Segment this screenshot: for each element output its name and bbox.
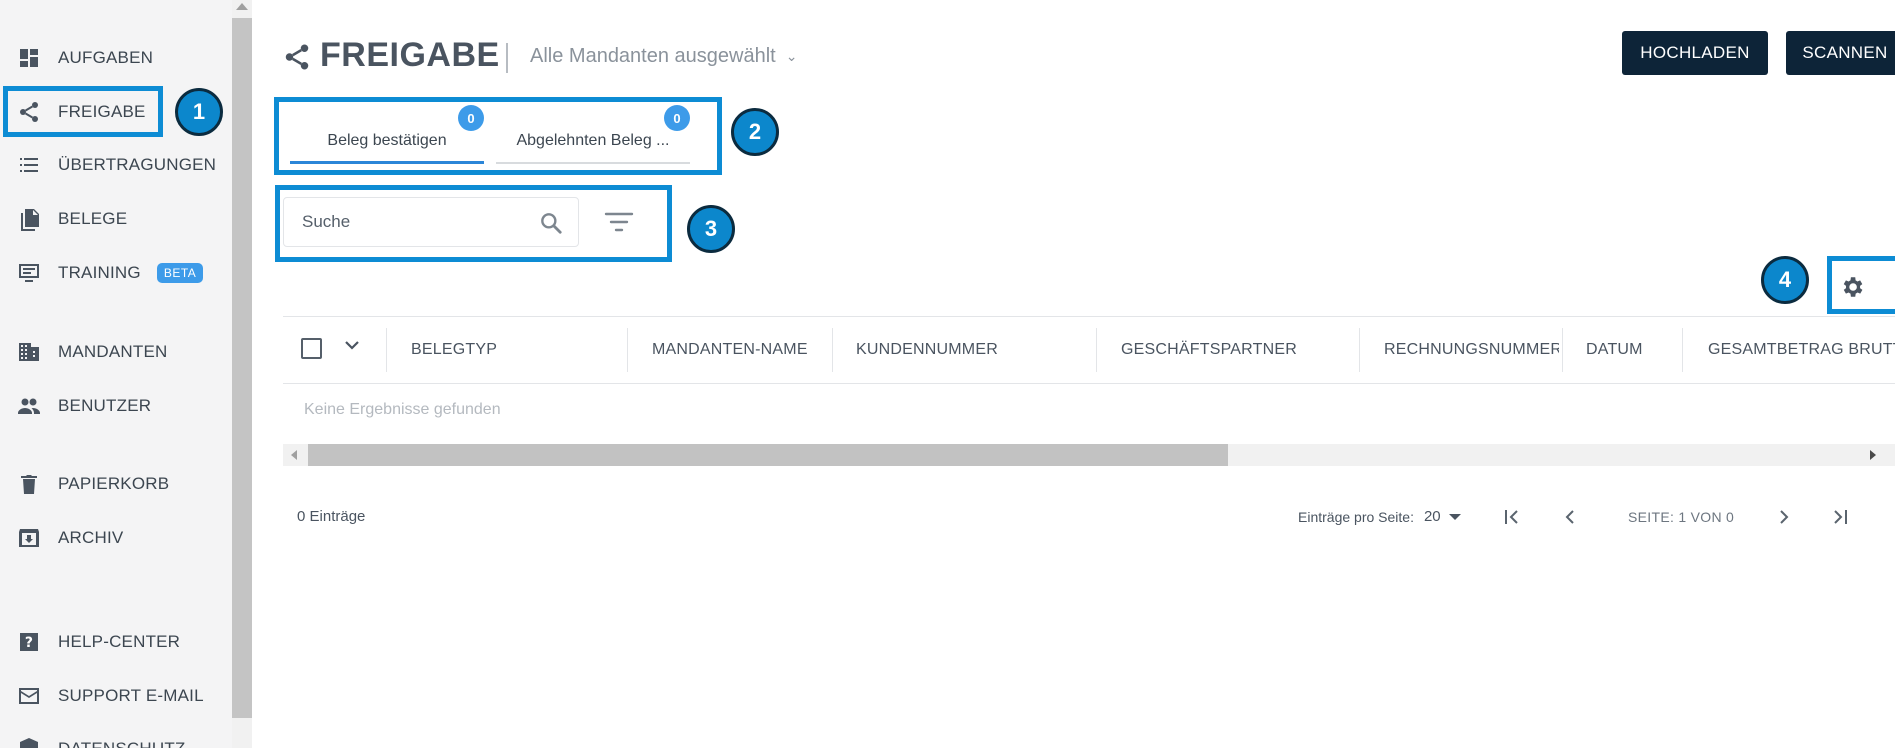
app-window: AUFGABEN FREIGABE ÜBERTRAGUNGEN BELEGE T… xyxy=(0,0,1895,748)
sidebar-item-belege[interactable]: BELEGE xyxy=(8,197,127,241)
sidebar-item-benutzer[interactable]: BENUTZER xyxy=(8,384,151,428)
last-page-button[interactable] xyxy=(1828,505,1852,529)
dashboard-icon xyxy=(14,45,44,71)
scroll-right-arrow-icon[interactable] xyxy=(1870,450,1876,460)
sidebar-item-label: HELP-CENTER xyxy=(58,632,181,651)
first-page-icon xyxy=(1505,510,1518,524)
share-icon xyxy=(285,44,309,70)
per-page-value: 20 xyxy=(1423,508,1441,525)
page-info: SEITE: 1 VON 0 xyxy=(1628,509,1735,525)
step-badge-3: 3 xyxy=(687,205,735,253)
sidebar-item-uebertragungen[interactable]: ÜBERTRAGUNGEN xyxy=(8,143,216,187)
page-title: FREIGABE xyxy=(320,36,500,74)
scroll-up-arrow-icon[interactable] xyxy=(236,3,248,10)
column-header-belegtyp[interactable]: BELEGTYP xyxy=(411,328,621,372)
select-all-checkbox[interactable] xyxy=(301,338,322,359)
highlight-box-3 xyxy=(275,185,672,262)
chevron-left-icon xyxy=(1565,510,1574,524)
client-select-value: Alle Mandanten ausgewählt xyxy=(530,45,776,67)
chevron-down-icon: ⌄ xyxy=(785,48,798,64)
column-divider xyxy=(1096,328,1097,372)
step-badge-1: 1 xyxy=(175,88,223,136)
column-header-datum[interactable]: DATUM xyxy=(1586,328,1676,372)
column-header-kundennummer[interactable]: KUNDENNUMMER xyxy=(856,328,1086,372)
sidebar-item-papierkorb[interactable]: PAPIERKORB xyxy=(8,462,169,506)
help-icon: ? xyxy=(14,629,44,655)
beta-badge: BETA xyxy=(156,263,204,283)
mail-icon xyxy=(14,683,44,709)
column-header-gesamtbetrag-brutto[interactable]: GESAMTBETRAG BRUTTO xyxy=(1708,328,1895,372)
column-divider xyxy=(627,328,628,372)
caret-down-icon xyxy=(1448,513,1461,520)
column-header-rechnungsnummer[interactable]: RECHNUNGSNUMMER xyxy=(1384,328,1559,372)
documents-icon xyxy=(14,206,44,232)
table-hscroll-thumb[interactable] xyxy=(308,444,1228,466)
gear-icon[interactable] xyxy=(1839,274,1865,300)
sidebar-item-support-email[interactable]: SUPPORT E-MAIL xyxy=(8,674,204,718)
scroll-left-arrow-icon[interactable] xyxy=(291,450,297,460)
first-page-button[interactable] xyxy=(1500,505,1524,529)
sidebar-item-label: SUPPORT E-MAIL xyxy=(58,686,204,705)
empty-results-text: Keine Ergebnisse gefunden xyxy=(304,401,501,418)
column-divider xyxy=(832,328,833,372)
per-page-select[interactable]: Einträge pro Seite: 20 xyxy=(1298,508,1461,525)
upload-button[interactable]: HOCHLADEN xyxy=(1622,31,1768,75)
sidebar-item-training[interactable]: TRAINING BETA xyxy=(8,251,204,295)
highlight-box-1 xyxy=(3,86,163,137)
per-page-label: Einträge pro Seite: xyxy=(1298,508,1414,525)
list-icon xyxy=(14,152,44,178)
entries-count: 0 Einträge xyxy=(297,508,366,525)
sidebar-item-label: MANDANTEN xyxy=(58,342,168,361)
step-badge-4: 4 xyxy=(1761,256,1809,304)
svg-text:?: ? xyxy=(25,635,33,651)
column-divider xyxy=(386,328,387,372)
sidebar-item-label: TRAINING xyxy=(58,263,141,282)
column-header-mandanten-name[interactable]: MANDANTEN-NAME xyxy=(652,328,832,372)
training-icon xyxy=(14,260,44,286)
highlight-box-2 xyxy=(274,97,722,175)
sidebar-item-label: ÜBERTRAGUNGEN xyxy=(58,155,217,174)
column-divider xyxy=(1682,328,1683,372)
table-top-border xyxy=(283,316,1895,317)
title-divider xyxy=(506,43,508,73)
archive-icon xyxy=(14,525,44,551)
building-icon xyxy=(14,339,44,365)
sidebar-item-label: AUFGABEN xyxy=(58,48,154,67)
chevron-down-icon[interactable] xyxy=(343,336,361,354)
sidebar: AUFGABEN FREIGABE ÜBERTRAGUNGEN BELEGE T… xyxy=(0,0,232,748)
shield-icon xyxy=(14,736,44,748)
column-divider xyxy=(1562,328,1563,372)
sidebar-item-label: BENUTZER xyxy=(58,396,152,415)
table-header-border xyxy=(283,383,1895,384)
sidebar-item-mandanten[interactable]: MANDANTEN xyxy=(8,330,167,374)
sidebar-item-help-center[interactable]: ? HELP-CENTER xyxy=(8,620,180,664)
last-page-icon xyxy=(1834,510,1847,524)
sidebar-item-label: DATENSCHUTZ xyxy=(58,739,186,748)
prev-page-button[interactable] xyxy=(1558,505,1582,529)
column-divider xyxy=(1359,328,1360,372)
client-select[interactable]: Alle Mandanten ausgewählt ⌄ xyxy=(530,45,797,68)
chevron-right-icon xyxy=(1780,510,1789,524)
sidebar-item-datenschutz[interactable]: DATENSCHUTZ xyxy=(8,727,186,748)
sidebar-item-label: BELEGE xyxy=(58,209,128,228)
users-icon xyxy=(14,393,44,419)
sidebar-item-archiv[interactable]: ARCHIV xyxy=(8,516,123,560)
next-page-button[interactable] xyxy=(1772,505,1796,529)
sidebar-item-label: PAPIERKORB xyxy=(58,474,170,493)
step-badge-2: 2 xyxy=(731,108,779,156)
column-header-geschaeftspartner[interactable]: GESCHÄFTSPARTNER xyxy=(1121,328,1351,372)
sidebar-scrollbar-thumb[interactable] xyxy=(232,18,252,718)
sidebar-item-aufgaben[interactable]: AUFGABEN xyxy=(8,36,153,80)
scan-button[interactable]: SCANNEN xyxy=(1786,31,1895,75)
sidebar-item-label: ARCHIV xyxy=(58,528,124,547)
trash-icon xyxy=(14,471,44,497)
